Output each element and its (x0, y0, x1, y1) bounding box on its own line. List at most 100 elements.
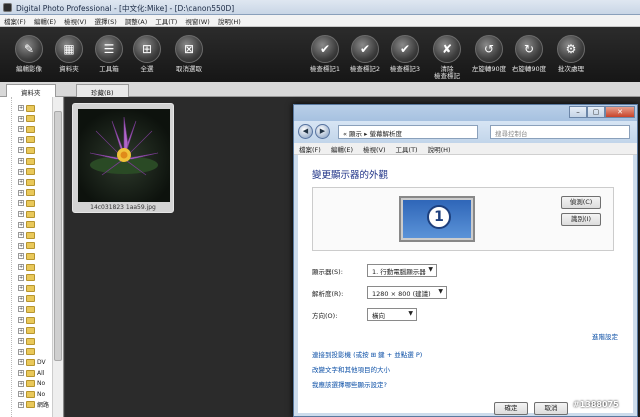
dialog-menu-item[interactable]: 檢視(V) (358, 143, 391, 155)
clear-check-mark-button[interactable]: ✘ 清除 檢查標記 (426, 35, 468, 80)
tab-collection[interactable]: 珍藏(B) (76, 84, 129, 97)
dialog-menu-item[interactable]: 檔案(F) (294, 143, 326, 155)
menu-item[interactable]: 視窗(W) (181, 15, 214, 27)
expand-icon[interactable]: + (18, 168, 24, 175)
tree-item[interactable]: + (18, 124, 37, 134)
expand-icon[interactable]: + (18, 274, 24, 281)
text-size-link[interactable]: 改變文字和其他項目的大小 (312, 364, 390, 374)
tree-item[interactable]: + (18, 273, 37, 283)
address-field[interactable]: « 顯示 ▸ 螢幕解析度 (338, 125, 478, 139)
cancel-button[interactable]: 取消 (534, 402, 568, 415)
expand-icon[interactable]: + (18, 359, 24, 366)
tree-item[interactable]: + 網路 (18, 400, 49, 410)
folder-button[interactable]: ▦ 資料夾 (48, 35, 90, 73)
dialog-menu-item[interactable]: 說明(H) (423, 143, 456, 155)
tree-item[interactable]: + (18, 114, 37, 124)
tree-item[interactable]: + No (18, 379, 45, 389)
resolution-select[interactable]: 1280 × 800 (建議) ▼ (367, 286, 447, 299)
expand-icon[interactable]: + (18, 211, 24, 217)
orientation-select[interactable]: 橫向 ▼ (367, 308, 417, 321)
detect-button[interactable]: 偵測(C) (561, 196, 601, 209)
rotate-right-button[interactable]: ↻ 右旋轉90度 (508, 35, 550, 73)
expand-icon[interactable]: + (18, 136, 24, 143)
projector-link[interactable]: 連接到投影機 (或按 ⊞ 鍵 + 並點選 P) (312, 349, 422, 359)
menu-item[interactable]: 說明(H) (214, 15, 245, 27)
expand-icon[interactable]: + (18, 327, 24, 334)
tree-item[interactable]: + (18, 198, 37, 208)
expand-icon[interactable]: + (18, 370, 24, 376)
tree-item[interactable]: + (18, 188, 37, 198)
tree-item[interactable]: + (18, 315, 37, 325)
maximize-button[interactable]: ▢ (587, 106, 605, 118)
menu-item[interactable]: 選擇(S) (91, 15, 121, 27)
identify-button[interactable]: 識別(I) (561, 213, 601, 226)
scrollbar-thumb[interactable] (54, 111, 62, 361)
expand-icon[interactable]: + (18, 401, 24, 408)
tree-item[interactable]: + (18, 336, 37, 346)
tree-item[interactable]: + All (18, 368, 44, 378)
expand-icon[interactable]: + (18, 285, 24, 292)
expand-icon[interactable]: + (18, 391, 24, 398)
expand-icon[interactable]: + (18, 115, 24, 122)
menu-item[interactable]: 編輯(E) (30, 15, 60, 27)
edit-image-button[interactable]: ✎ 編輯影像 (8, 35, 50, 73)
dialog-menu-item[interactable]: 編輯(E) (326, 143, 358, 155)
check-mark-3-button[interactable]: ✔ 檢查標記3 (384, 35, 426, 73)
expand-icon[interactable]: + (18, 200, 24, 207)
expand-icon[interactable]: + (18, 147, 24, 154)
expand-icon[interactable]: + (18, 380, 24, 387)
tree-item[interactable]: + (18, 145, 37, 155)
tree-item[interactable]: + (18, 209, 37, 219)
expand-icon[interactable]: + (18, 295, 24, 302)
check-mark-1-button[interactable]: ✔ 檢查標記1 (304, 35, 346, 73)
tree-item[interactable]: + (18, 135, 37, 145)
menu-item[interactable]: 工具(T) (151, 15, 181, 27)
tree-item[interactable]: + (18, 294, 37, 304)
expand-icon[interactable]: + (18, 232, 24, 239)
tree-item[interactable]: + (18, 347, 37, 357)
tree-item[interactable]: + (18, 251, 37, 261)
expand-icon[interactable]: + (18, 189, 24, 196)
close-button[interactable]: ✕ (605, 106, 635, 118)
toolbox-button[interactable]: ☰ 工具箱 (88, 35, 130, 73)
tree-item[interactable]: + (18, 304, 37, 314)
ok-button[interactable]: 確定 (494, 402, 528, 415)
tree-item[interactable]: + DV (18, 357, 46, 367)
tree-item[interactable]: + (18, 283, 37, 293)
tab-folder[interactable]: 資料夾 (6, 84, 56, 97)
expand-icon[interactable]: + (18, 253, 24, 260)
rotate-left-button[interactable]: ↺ 左旋轉90度 (468, 35, 510, 73)
monitor-icon[interactable]: 1 (399, 196, 475, 242)
expand-icon[interactable]: + (18, 179, 24, 186)
tree-item[interactable]: + (18, 262, 37, 272)
advanced-settings-link[interactable]: 進階設定 (592, 331, 618, 341)
expand-icon[interactable]: + (18, 348, 24, 355)
tree-item[interactable]: + (18, 241, 37, 251)
tree-item[interactable]: + (18, 103, 37, 113)
dialog-menu-item[interactable]: 工具(T) (391, 143, 423, 155)
menu-item[interactable]: 檢視(V) (60, 15, 91, 27)
expand-icon[interactable]: + (18, 264, 24, 270)
forward-icon[interactable]: ▶ (315, 124, 330, 139)
display-help-link[interactable]: 我應該選擇哪些顯示設定? (312, 379, 387, 389)
back-icon[interactable]: ◀ (298, 124, 313, 139)
expand-icon[interactable]: + (18, 221, 24, 228)
menu-item[interactable]: 調整(A) (121, 15, 152, 27)
tree-item[interactable]: + (18, 177, 37, 187)
tree-item[interactable]: + (18, 230, 37, 240)
expand-icon[interactable]: + (18, 317, 24, 323)
expand-icon[interactable]: + (18, 126, 24, 133)
tree-item[interactable]: + (18, 326, 37, 336)
select-all-button[interactable]: ⊞ 全選 (126, 35, 168, 73)
minimize-button[interactable]: – (569, 106, 587, 118)
menu-item[interactable]: 檔案(F) (0, 15, 30, 27)
expand-icon[interactable]: + (18, 105, 24, 111)
expand-icon[interactable]: + (18, 306, 24, 313)
tree-item[interactable]: + (18, 220, 37, 230)
tree-scrollbar[interactable] (52, 97, 63, 417)
tree-item[interactable]: + No (18, 389, 45, 399)
deselect-button[interactable]: ⊠ 取消選取 (168, 35, 210, 73)
tree-item[interactable]: + (18, 156, 37, 166)
image-thumbnail[interactable]: 14c031823 1aa59.jpg (72, 103, 174, 213)
search-input[interactable]: 搜尋控制台 (490, 125, 630, 139)
